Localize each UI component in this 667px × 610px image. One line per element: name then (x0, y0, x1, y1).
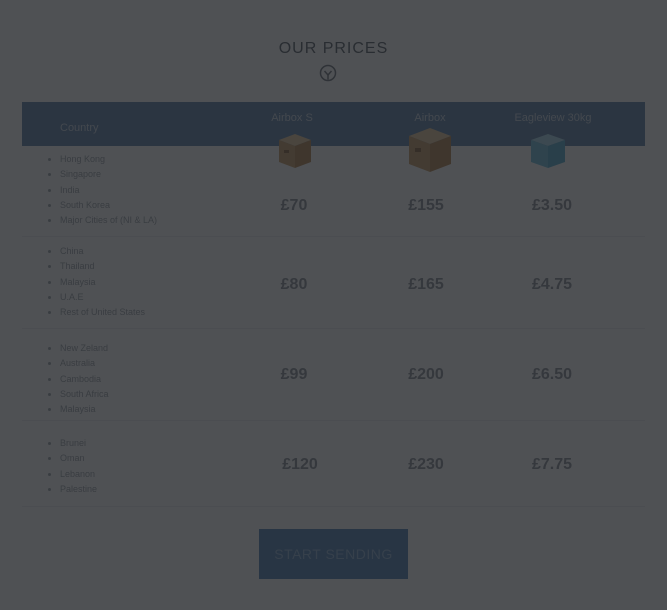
country-list: Brunei Oman Lebanon Palestine (50, 436, 97, 497)
chevron-circle-down-icon (319, 64, 337, 82)
list-item: Major Cities of (NI & LA) (60, 213, 157, 228)
list-item: Lebanon (60, 467, 97, 482)
list-item: Oman (60, 451, 97, 466)
price-airbox: £200 (408, 366, 444, 383)
list-item: Australia (60, 356, 109, 371)
price-airbox-s: £80 (280, 276, 308, 293)
list-item: Hong Kong (60, 152, 157, 167)
list-item: South Africa (60, 387, 109, 402)
column-header-airbox: Airbox (414, 112, 446, 124)
table-row: China Thailand Malaysia U.A.E Rest of Un… (22, 236, 645, 329)
list-item: Brunei (60, 436, 97, 451)
start-sending-button[interactable]: START SENDING (259, 529, 408, 579)
list-item: Malaysia (60, 402, 109, 417)
list-item: U.A.E (60, 290, 145, 305)
price-eagleview: £4.75 (531, 276, 573, 293)
country-list: Hong Kong Singapore India South Korea Ma… (50, 152, 157, 228)
list-item: Singapore (60, 167, 157, 182)
pricing-table: Country Airbox S Airbox Eagleview 30kg •… (22, 102, 645, 507)
country-list: New Zeland Australia Cambodia South Afri… (50, 341, 109, 417)
table-row: Brunei Oman Lebanon Palestine £120 £230 … (22, 420, 645, 507)
list-item: Thailand (60, 259, 145, 274)
country-column-header: Country (60, 122, 99, 134)
page-title: OUR PRICES (278, 40, 389, 57)
list-item: Malaysia (60, 275, 145, 290)
price-airbox: £155 (408, 197, 444, 214)
price-eagleview: £6.50 (531, 366, 573, 383)
column-header-airbox-s: Airbox S (271, 112, 313, 124)
price-eagleview: £3.50 (531, 197, 573, 214)
list-item: China (60, 244, 145, 259)
pricing-page: OUR PRICES Country Airbox S Airbox Eagle… (0, 0, 667, 610)
column-header-eagleview: Eagleview 30kg (514, 112, 592, 124)
table-row: Hong Kong Singapore India South Korea Ma… (22, 146, 645, 237)
list-item: South Korea (60, 198, 157, 213)
list-item: India (60, 183, 157, 198)
price-airbox-s: £99 (280, 366, 308, 383)
price-airbox: £230 (408, 456, 444, 473)
price-airbox: £165 (408, 276, 444, 293)
price-airbox-s: £70 (280, 197, 308, 214)
country-list: China Thailand Malaysia U.A.E Rest of Un… (50, 244, 145, 320)
list-item: New Zeland (60, 341, 109, 356)
table-row: New Zeland Australia Cambodia South Afri… (22, 328, 645, 421)
price-airbox-s: £120 (282, 456, 318, 473)
list-item: Palestine (60, 482, 97, 497)
price-eagleview: £7.75 (531, 456, 573, 473)
list-item: Cambodia (60, 372, 109, 387)
list-item: Rest of United States (60, 305, 145, 320)
